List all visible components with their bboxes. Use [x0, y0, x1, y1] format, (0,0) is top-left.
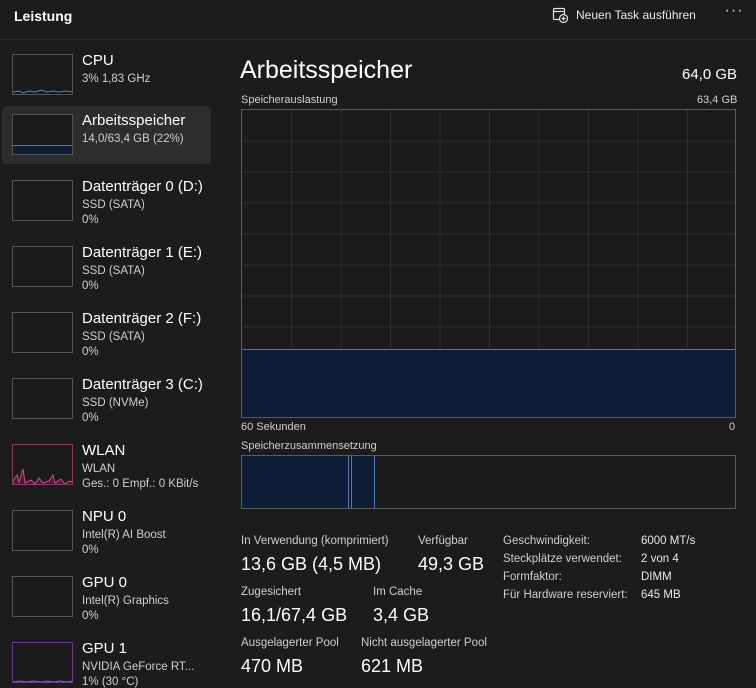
info-key-form-factor: Formfaktor:: [503, 571, 562, 583]
sidebar-item-memory[interactable]: Arbeitsspeicher 14,0/63,4 GB (22%): [2, 106, 211, 164]
sidebar-item-detail: 14,0/63,4 GB (22%): [82, 133, 184, 145]
memory-usage-graph: [241, 109, 736, 418]
sidebar-item-cpu[interactable]: CPU 3% 1,83 GHz: [2, 46, 211, 104]
time-axis-end: 0: [729, 421, 736, 433]
sidebar-item-detail: SSD (SATA): [82, 331, 145, 343]
sidebar-item-disk-2[interactable]: Datenträger 2 (F:) SSD (SATA) 0%: [2, 304, 211, 362]
more-options-icon[interactable]: ···: [724, 3, 744, 22]
gpu-thumbnail: [12, 642, 73, 683]
paged-pool-value: 470 MB: [241, 656, 304, 676]
memory-usage-fill: [242, 349, 735, 417]
composition-label: Speicherzusammensetzung: [241, 440, 377, 452]
cached-label: Im Cache: [373, 586, 423, 598]
sidebar: CPU 3% 1,83 GHz Arbeitsspeicher 14,0/63,…: [0, 40, 214, 688]
sidebar-item-usage: 0%: [82, 214, 99, 226]
time-axis-label: 60 Sekunden: [241, 421, 306, 433]
sidebar-item-name: Datenträger 2 (F:): [82, 310, 202, 327]
sidebar-item-detail: WLAN: [82, 463, 116, 475]
cached-value: 3,4 GB: [373, 605, 430, 625]
sidebar-item-usage: 0%: [82, 280, 99, 292]
sidebar-item-detail: SSD (NVMe): [82, 397, 149, 409]
sidebar-item-usage: 0%: [82, 346, 99, 358]
nonpaged-pool-label: Nicht ausgelagerter Pool: [361, 637, 487, 649]
paged-pool-label: Ausgelagerter Pool: [241, 637, 339, 649]
sidebar-item-name: Arbeitsspeicher: [82, 112, 186, 129]
total-memory: 64,0 GB: [682, 66, 738, 83]
sidebar-item-disk-3[interactable]: Datenträger 3 (C:) SSD (NVMe) 0%: [2, 370, 211, 428]
new-task-button[interactable]: Neuen Task ausführen: [552, 5, 696, 25]
wlan-thumbnail: [12, 444, 73, 485]
in-use-label: In Verwendung (komprimiert): [241, 535, 389, 547]
page-title: Arbeitsspeicher: [240, 56, 413, 84]
sidebar-item-usage: 1% (30 °C): [82, 676, 139, 688]
sidebar-item-name: GPU 1: [82, 640, 128, 657]
composition-in-use: [242, 456, 349, 508]
sidebar-item-detail: SSD (SATA): [82, 199, 145, 211]
in-use-value: 13,6 GB (4,5 MB): [241, 554, 382, 574]
sidebar-item-disk-0[interactable]: Datenträger 0 (D:) SSD (SATA) 0%: [2, 172, 211, 230]
info-value-form-factor: DIMM: [641, 571, 672, 583]
usage-graph-label: Speicherauslastung: [241, 94, 338, 106]
sidebar-item-wlan[interactable]: WLAN WLAN Ges.: 0 Empf.: 0 KBit/s: [2, 436, 211, 494]
disk-thumbnail: [12, 378, 73, 419]
info-value-slots: 2 von 4: [641, 553, 679, 565]
info-key-slots: Steckplätze verwendet:: [503, 553, 622, 565]
sidebar-item-usage: 0%: [82, 412, 99, 424]
info-value-speed: 6000 MT/s: [641, 535, 696, 547]
available-label: Verfügbar: [418, 535, 468, 547]
sidebar-item-detail: Intel(R) Graphics: [82, 595, 169, 607]
sidebar-item-name: Datenträger 0 (D:): [82, 178, 203, 195]
info-key-reserved: Für Hardware reserviert:: [503, 589, 628, 601]
disk-thumbnail: [12, 312, 73, 353]
sidebar-item-gpu-1[interactable]: GPU 1 NVIDIA GeForce RT... 1% (30 °C): [2, 634, 211, 688]
page-header-title: Leistung: [14, 8, 73, 24]
memory-thumbnail: [12, 114, 73, 155]
info-value-reserved: 645 MB: [641, 589, 681, 601]
sidebar-item-disk-1[interactable]: Datenträger 1 (E:) SSD (SATA) 0%: [2, 238, 211, 296]
sidebar-item-name: CPU: [82, 52, 114, 69]
sidebar-item-detail: Intel(R) AI Boost: [82, 529, 166, 541]
disk-thumbnail: [12, 180, 73, 221]
disk-thumbnail: [12, 246, 73, 287]
sidebar-item-name: WLAN: [82, 442, 126, 459]
usage-graph-max: 63,4 GB: [697, 94, 738, 106]
info-key-speed: Geschwindigkeit:: [503, 535, 590, 547]
sidebar-item-gpu-0[interactable]: GPU 0 Intel(R) Graphics 0%: [2, 568, 211, 626]
available-value: 49,3 GB: [418, 554, 485, 574]
sidebar-item-name: GPU 0: [82, 574, 128, 591]
title-bar: Leistung Neuen Task ausführen ···: [0, 0, 756, 40]
committed-value: 16,1/67,4 GB: [241, 605, 348, 625]
sidebar-item-detail: NVIDIA GeForce RT...: [82, 661, 195, 673]
new-task-icon: [552, 7, 569, 24]
sidebar-item-detail: 3% 1,83 GHz: [82, 73, 151, 85]
composition-modified: [351, 456, 375, 508]
sidebar-item-detail: SSD (SATA): [82, 265, 145, 277]
nonpaged-pool-value: 621 MB: [361, 656, 424, 676]
sidebar-item-npu-0[interactable]: NPU 0 Intel(R) AI Boost 0%: [2, 502, 211, 560]
sidebar-item-name: Datenträger 3 (C:): [82, 376, 203, 393]
gpu-thumbnail: [12, 576, 73, 617]
sidebar-item-name: Datenträger 1 (E:): [82, 244, 203, 261]
sidebar-item-usage: Ges.: 0 Empf.: 0 KBit/s: [82, 478, 199, 490]
sidebar-item-name: NPU 0: [82, 508, 127, 525]
cpu-thumbnail: [12, 54, 73, 95]
memory-composition-bar: [241, 455, 736, 509]
npu-thumbnail: [12, 510, 73, 551]
committed-label: Zugesichert: [241, 586, 302, 598]
sidebar-item-usage: 0%: [82, 610, 99, 622]
new-task-label: Neuen Task ausführen: [576, 8, 696, 22]
sidebar-item-usage: 0%: [82, 544, 99, 556]
